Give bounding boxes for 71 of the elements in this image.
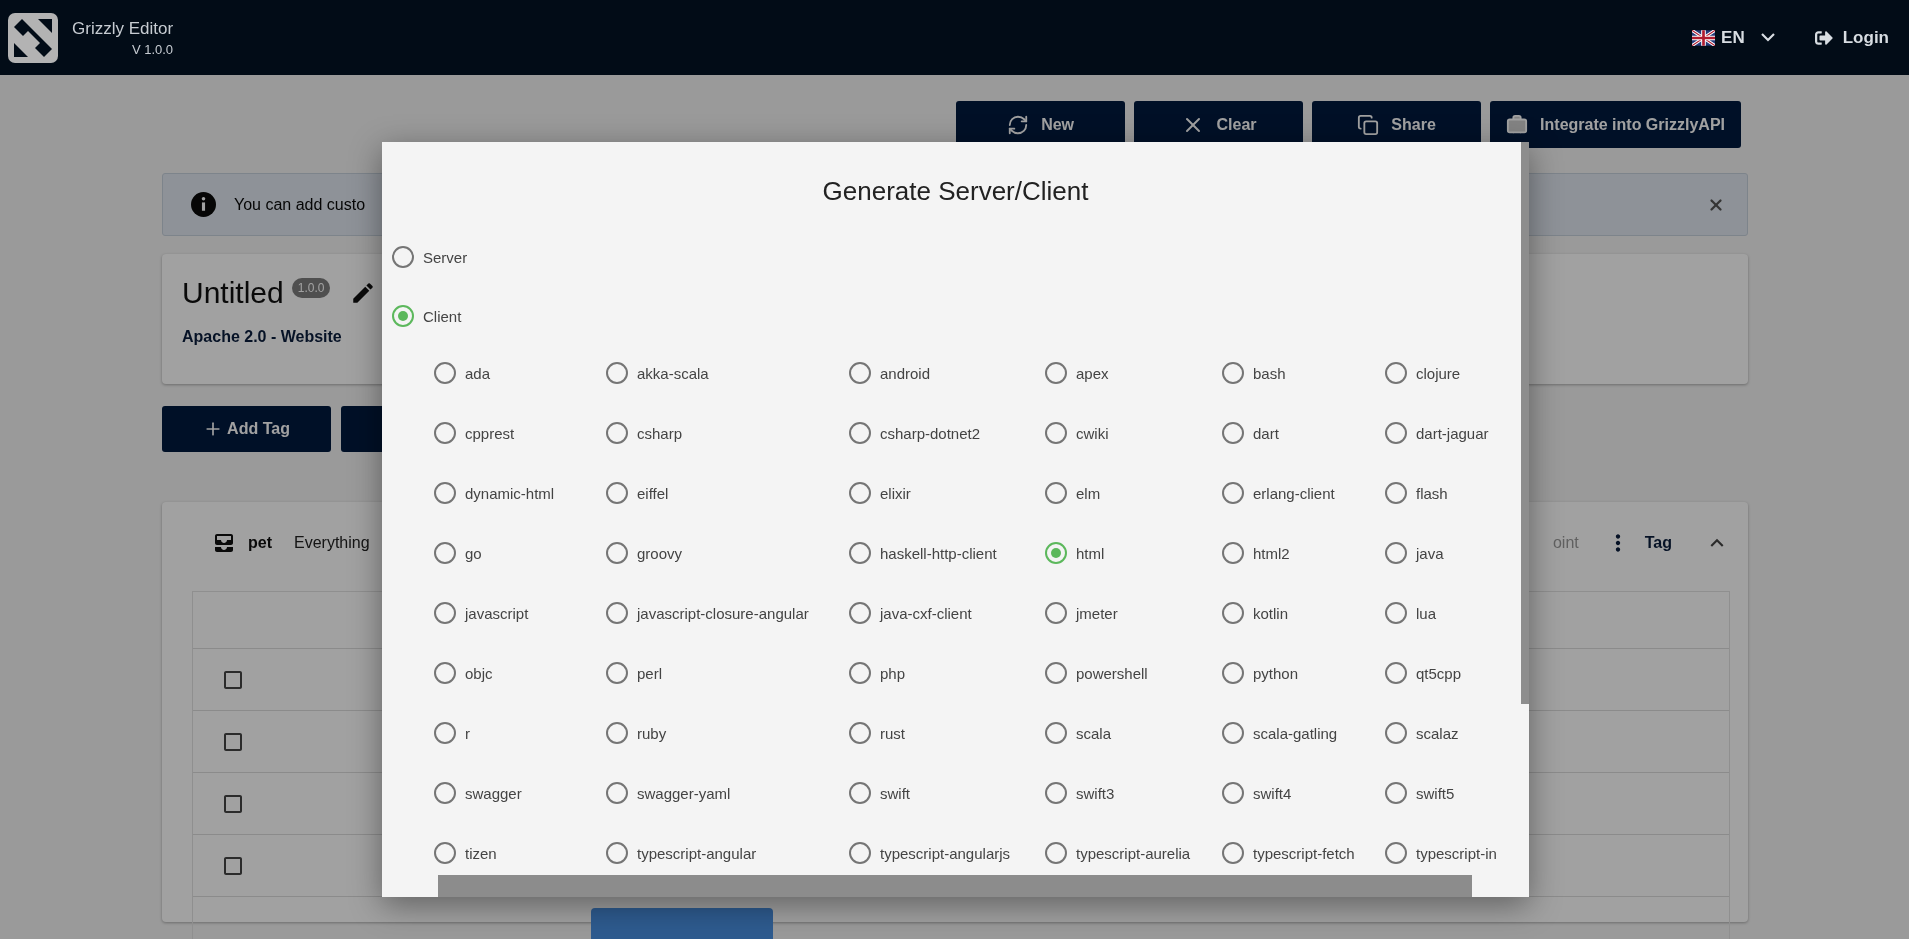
radio-option[interactable]: typescript-aurelia (1039, 837, 1216, 869)
add-tag-button[interactable]: Add Tag (162, 406, 331, 452)
radio-option[interactable]: typescript-angularjs (843, 837, 1039, 869)
radio-option[interactable]: eiffel (600, 477, 843, 509)
tag-button[interactable]: Tag (1644, 534, 1682, 552)
radio-option[interactable]: go (428, 537, 600, 569)
radio-option[interactable]: akka-scala (600, 357, 843, 389)
radio-option[interactable]: Server (386, 241, 468, 273)
app-version: V 1.0.0 (131, 41, 174, 57)
radio-option[interactable]: typescript-angular (600, 837, 843, 869)
radio-option[interactable]: lua (1379, 597, 1509, 629)
radio-option[interactable]: clojure (1379, 357, 1509, 389)
radio-option[interactable]: php (843, 657, 1039, 689)
radio-option[interactable]: ada (428, 357, 600, 389)
app-title: Grizzly Editor (72, 18, 174, 39)
radio-option[interactable]: erlang-client (1216, 477, 1379, 509)
radio-option[interactable]: powershell (1039, 657, 1216, 689)
radio-option[interactable]: html (1039, 537, 1216, 569)
tag-description: Everything (294, 534, 370, 552)
radio-option[interactable]: objc (428, 657, 600, 689)
radio-option[interactable]: csharp-dotnet2 (843, 417, 1039, 449)
radio-option[interactable]: elm (1039, 477, 1216, 509)
alert-text: You can add custo (234, 195, 366, 214)
radio-option[interactable]: scala (1039, 717, 1216, 749)
radio-option[interactable]: ruby (600, 717, 843, 749)
radio-option[interactable]: html2 (1216, 537, 1379, 569)
toolbar-button[interactable]: Integrate into GrizzlyAPI (1490, 101, 1741, 148)
radio-option[interactable]: jmeter (1039, 597, 1216, 629)
radio-option[interactable]: scalaz (1379, 717, 1509, 749)
radio-option[interactable]: bash (1216, 357, 1379, 389)
endpoint-hint: oint (1552, 534, 1579, 552)
radio-option[interactable]: android (843, 357, 1039, 389)
radio-option[interactable]: javascript-closure-angular (600, 597, 843, 629)
radio-option[interactable]: apex (1039, 357, 1216, 389)
radio-option[interactable]: elixir (843, 477, 1039, 509)
radio-option[interactable]: qt5cpp (1379, 657, 1509, 689)
tag-name: pet (248, 534, 272, 552)
radio-option[interactable]: Client (386, 300, 462, 332)
radio-option[interactable]: python (1216, 657, 1379, 689)
radio-option[interactable]: dynamic-html (428, 477, 600, 509)
login-button[interactable]: Login (1814, 27, 1889, 48)
radio-option[interactable]: javascript (428, 597, 600, 629)
radio-option[interactable]: typescript-in (1379, 837, 1509, 869)
radio-option[interactable]: flash (1379, 477, 1509, 509)
radio-option[interactable]: haskell-http-client (843, 537, 1039, 569)
radio-option[interactable]: cpprest (428, 417, 600, 449)
radio-option[interactable]: swift5 (1379, 777, 1509, 809)
radio-option[interactable]: csharp (600, 417, 843, 449)
radio-option[interactable]: typescript-fetch (1216, 837, 1379, 869)
radio-option[interactable]: swift3 (1039, 777, 1216, 809)
radio-option[interactable]: rust (843, 717, 1039, 749)
project-title: Untitled (182, 276, 284, 310)
version-badge: 1.0.0 (291, 278, 331, 298)
radio-option[interactable]: r (428, 717, 600, 749)
radio-option[interactable]: tizen (428, 837, 600, 869)
license-text: Apache 2.0 - Website (182, 328, 343, 346)
language-selector[interactable]: EN (1692, 27, 1775, 48)
radio-option[interactable]: groovy (600, 537, 843, 569)
radio-option[interactable]: kotlin (1216, 597, 1379, 629)
radio-option[interactable]: cwiki (1039, 417, 1216, 449)
dialog-title: Generate Server/Client (821, 176, 1090, 207)
radio-option[interactable]: perl (600, 657, 843, 689)
radio-option[interactable]: scala-gatling (1216, 717, 1379, 749)
radio-option[interactable]: java-cxf-client (843, 597, 1039, 629)
radio-option[interactable]: dart-jaguar (1379, 417, 1509, 449)
radio-option[interactable]: swagger (428, 777, 600, 809)
radio-option[interactable]: swift (843, 777, 1039, 809)
radio-option[interactable]: dart (1216, 417, 1379, 449)
radio-option[interactable]: swagger-yaml (600, 777, 843, 809)
radio-option[interactable]: java (1379, 537, 1509, 569)
radio-option[interactable]: swift4 (1216, 777, 1379, 809)
